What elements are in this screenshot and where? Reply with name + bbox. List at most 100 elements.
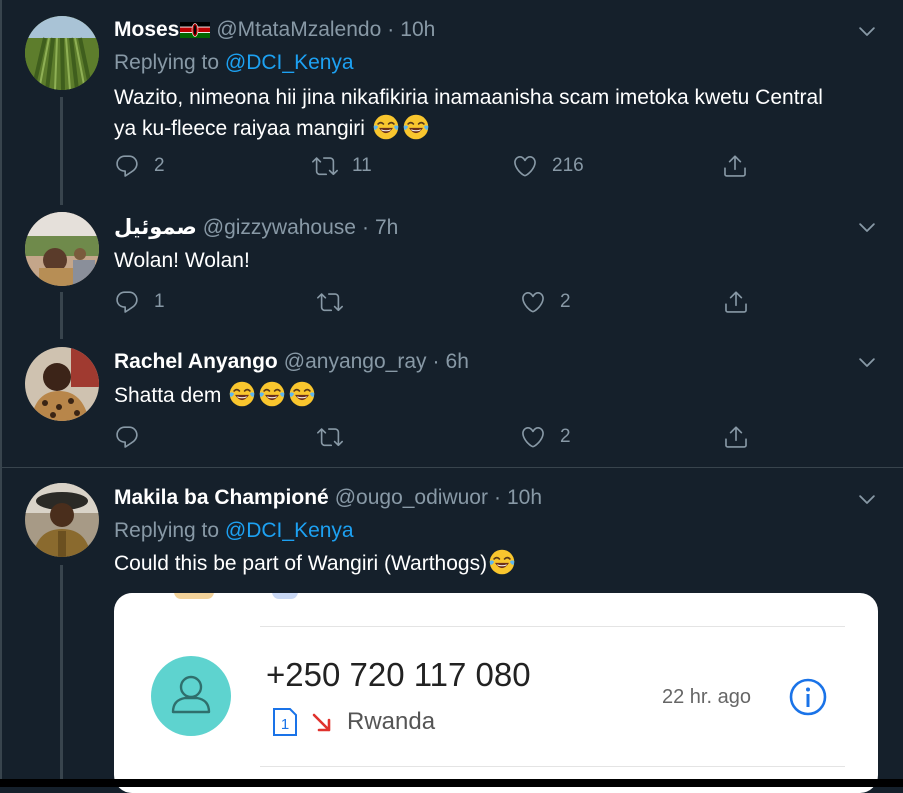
tweet-actions: 1 2 <box>114 289 794 319</box>
tweet-text: Wolan! Wolan! <box>114 249 250 272</box>
tweet-text: Could this be part of Wangiri (Warthogs) <box>114 548 884 579</box>
reply-count: 2 <box>154 155 165 176</box>
tweet-actions: 2 <box>114 424 794 454</box>
like-count: 2 <box>560 426 571 447</box>
tweet-media-image[interactable]: +250 720 117 080 1 Rwanda 22 hr. ago <box>114 593 878 793</box>
share-button[interactable] <box>722 153 748 179</box>
retweet-button[interactable]: 11 <box>312 153 372 179</box>
phone-number: +250 720 117 080 <box>266 656 531 693</box>
thread-line <box>60 97 63 205</box>
reply-button[interactable]: 2 <box>114 153 165 179</box>
display-name[interactable]: Moses <box>114 18 179 42</box>
share-icon <box>723 424 749 450</box>
chevron-down-icon[interactable] <box>856 20 878 42</box>
call-country: Rwanda <box>347 708 436 735</box>
avatar[interactable] <box>25 212 99 286</box>
reply-count: 1 <box>154 291 165 312</box>
timestamp[interactable]: 10h <box>400 18 435 42</box>
share-button[interactable] <box>723 289 749 315</box>
tweet-moses[interactable]: Moses @MtataMzalendo · 10h Replying to @… <box>0 0 903 205</box>
user-handle[interactable]: @gizzywahouse <box>203 216 356 240</box>
face-with-tears-of-joy-icon <box>402 113 430 141</box>
face-with-tears-of-joy-icon <box>488 548 516 576</box>
face-with-tears-of-joy-icon <box>228 380 256 408</box>
retweet-icon <box>317 424 343 450</box>
reply-button[interactable]: 1 <box>114 289 165 315</box>
mention-link[interactable]: @DCI_Kenya <box>225 51 354 74</box>
user-handle[interactable]: @anyango_ray <box>284 350 427 374</box>
reply-icon <box>114 289 140 315</box>
user-handle[interactable]: @ougo_odiwuor <box>335 486 488 510</box>
retweet-count: 11 <box>352 155 372 176</box>
display-name[interactable]: صموئيل <box>114 215 197 240</box>
window-bottom-edge <box>0 779 903 787</box>
tweet-header: Makila ba Championé @ougo_odiwuor · 10h <box>114 486 542 510</box>
person-icon <box>171 675 211 714</box>
like-count: 2 <box>560 291 571 312</box>
retweet-icon <box>317 289 343 315</box>
separator-dot: · <box>387 18 395 41</box>
call-time-ago: 22 hr. ago <box>662 686 751 708</box>
reply-button[interactable] <box>114 424 154 450</box>
retweet-button[interactable] <box>317 289 357 315</box>
timestamp[interactable]: 10h <box>507 486 542 510</box>
separator-dot: · <box>432 350 440 373</box>
chevron-down-icon[interactable] <box>856 216 878 238</box>
share-icon <box>722 153 748 179</box>
share-button[interactable] <box>723 424 749 450</box>
display-name[interactable]: Rachel Anyango <box>114 350 278 374</box>
mention-link[interactable]: @DCI_Kenya <box>225 519 354 542</box>
avatar[interactable] <box>25 347 99 421</box>
face-with-tears-of-joy-icon <box>258 380 286 408</box>
like-button[interactable]: 2 <box>520 424 571 450</box>
heart-icon <box>520 289 546 315</box>
info-icon <box>789 678 827 716</box>
chevron-down-icon[interactable] <box>856 351 878 373</box>
reply-icon <box>114 153 140 179</box>
like-button[interactable]: 216 <box>512 153 584 179</box>
chevron-down-icon[interactable] <box>856 488 878 510</box>
replying-to-label: Replying to <box>114 519 220 542</box>
user-handle[interactable]: @MtataMzalendo <box>216 18 381 42</box>
face-with-tears-of-joy-icon <box>288 380 316 408</box>
divider-line <box>260 626 845 627</box>
avatar[interactable] <box>25 483 99 557</box>
tweet-text: Wazito, nimeona hii jina nikafikiria ina… <box>114 82 884 144</box>
display-name[interactable]: Makila ba Championé <box>114 486 329 510</box>
timestamp[interactable]: 7h <box>375 216 398 240</box>
contact-avatar <box>151 656 231 736</box>
share-icon <box>723 289 749 315</box>
tweet-text-line: Wazito, nimeona hii jina nikafikiria ina… <box>114 86 823 109</box>
tweet-gizzywahouse[interactable]: صموئيل @gizzywahouse · 7h Wolan! Wolan! … <box>0 200 903 339</box>
tweet-actions: 2 11 216 <box>114 153 794 183</box>
missed-call-arrow-icon <box>312 713 331 732</box>
twitter-thread-view: Moses @MtataMzalendo · 10h Replying to @… <box>0 0 903 793</box>
replying-to: Replying to @DCI_Kenya <box>114 519 354 543</box>
retweet-button[interactable] <box>317 424 357 450</box>
replying-to-label: Replying to <box>114 51 220 74</box>
face-with-tears-of-joy-icon <box>372 113 400 141</box>
tweet-text: Shatta dem <box>114 380 884 411</box>
cropped-content <box>272 593 298 599</box>
tweet-text-line: Shatta dem <box>114 384 222 407</box>
kenya-flag-icon <box>180 22 211 38</box>
heart-icon <box>512 153 538 179</box>
tweet-text-line: ya ku-fleece raiyaa mangiri <box>114 117 365 140</box>
like-button[interactable]: 2 <box>520 289 571 315</box>
sim-number: 1 <box>281 716 289 733</box>
tweet-anyango-ray[interactable]: Rachel Anyango @anyango_ray · 6h Shatta … <box>0 335 903 468</box>
replying-to: Replying to @DCI_Kenya <box>114 51 354 75</box>
thread-line <box>60 565 63 779</box>
avatar[interactable] <box>25 16 99 90</box>
heart-icon <box>520 424 546 450</box>
thread-line <box>60 292 63 339</box>
cropped-content <box>174 593 214 599</box>
reply-icon <box>114 424 140 450</box>
tweet-header: Rachel Anyango @anyango_ray · 6h <box>114 350 469 374</box>
tweet-header: صموئيل @gizzywahouse · 7h <box>114 215 398 240</box>
sim-card-icon: 1 <box>273 708 297 736</box>
separator-dot: · <box>361 215 369 239</box>
divider-line <box>260 766 845 767</box>
tweet-header: Moses @MtataMzalendo · 10h <box>114 18 435 42</box>
timestamp[interactable]: 6h <box>446 350 469 374</box>
